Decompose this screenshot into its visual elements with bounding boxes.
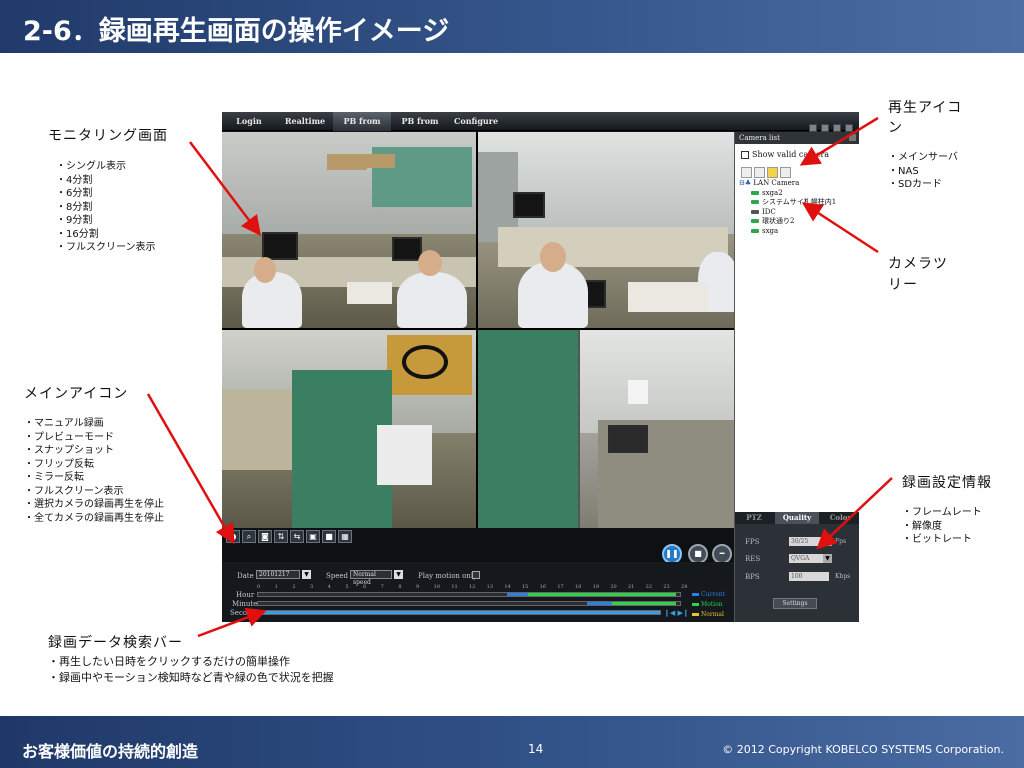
arrow-monitoring (189, 141, 262, 236)
arrow-rec-settings (816, 477, 893, 550)
page-number: 14 (528, 742, 544, 756)
slide-footer: お客様価値の持続的創造 14 © 2012 Copyright KOBELCO … (0, 716, 1024, 768)
footer-tagline: お客様価値の持続的創造 (22, 742, 199, 761)
copyright: © 2012 Copyright KOBELCO SYSTEMS Corpora… (722, 743, 1004, 756)
arrow-camera-tree (801, 202, 879, 254)
arrow-playback-icon (799, 116, 879, 166)
slide: { "slide": { "title": "2-6．録画再生画面の操作イメージ… (0, 0, 1024, 768)
arrow-search-bar (197, 607, 267, 638)
arrow-main-icons (146, 393, 235, 545)
callout-arrows (146, 116, 893, 638)
